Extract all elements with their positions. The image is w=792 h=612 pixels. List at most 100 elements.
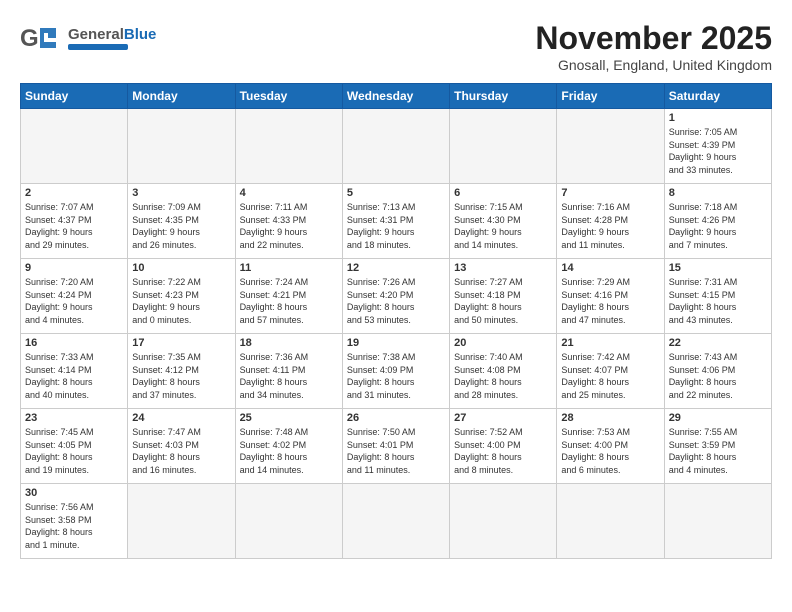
calendar-cell bbox=[450, 484, 557, 559]
location: Gnosall, England, United Kingdom bbox=[535, 57, 772, 73]
day-number: 10 bbox=[132, 262, 230, 274]
calendar-cell: 15Sunrise: 7:31 AM Sunset: 4:15 PM Dayli… bbox=[664, 259, 771, 334]
calendar-cell: 28 Sunrise: 7:53 AM Sunset: 4:00 PM Dayli… bbox=[557, 409, 664, 484]
day-info: Sunrise: 7:22 AM Sunset: 4:23 PM Dayligh… bbox=[132, 276, 230, 326]
day-info: Sunrise: 7:36 AM Sunset: 4:11 PM Dayligh… bbox=[240, 351, 338, 401]
day-number: 20 bbox=[454, 337, 552, 349]
day-info: Sunrise: 7:33 AM Sunset: 4:14 PM Dayligh… bbox=[25, 351, 123, 401]
calendar-cell: 2 Sunrise: 7:07 AM Sunset: 4:37 PM Daylig… bbox=[21, 184, 128, 259]
day-info: Sunrise: 7:29 AM Sunset: 4:16 PM Dayligh… bbox=[561, 276, 659, 326]
day-number: 11 bbox=[240, 262, 338, 274]
day-info: Sunrise: 7:05 AM Sunset: 4:39 PM Dayligh… bbox=[669, 126, 767, 176]
calendar-cell: 7Sunrise: 7:16 AM Sunset: 4:28 PM Daylig… bbox=[557, 184, 664, 259]
day-number: 12 bbox=[347, 262, 445, 274]
calendar-cell bbox=[342, 484, 449, 559]
day-number: 28 bbox=[561, 412, 659, 424]
day-number: 27 bbox=[454, 412, 552, 424]
day-number: 29 bbox=[669, 412, 767, 424]
calendar-cell: 12Sunrise: 7:26 AM Sunset: 4:20 PM Dayli… bbox=[342, 259, 449, 334]
day-header-saturday: Saturday bbox=[664, 84, 771, 109]
calendar-cell: 3Sunrise: 7:09 AM Sunset: 4:35 PM Daylig… bbox=[128, 184, 235, 259]
day-number: 13 bbox=[454, 262, 552, 274]
title-block: November 2025 Gnosall, England, United K… bbox=[535, 20, 772, 73]
day-info: Sunrise: 7:42 AM Sunset: 4:07 PM Dayligh… bbox=[561, 351, 659, 401]
logo-bar bbox=[68, 44, 128, 50]
calendar-cell: 11 Sunrise: 7:24 AM Sunset: 4:21 PM Dayli… bbox=[235, 259, 342, 334]
day-header-tuesday: Tuesday bbox=[235, 84, 342, 109]
day-number: 19 bbox=[347, 337, 445, 349]
day-header-wednesday: Wednesday bbox=[342, 84, 449, 109]
day-number: 1 bbox=[669, 112, 767, 124]
calendar-cell: 16Sunrise: 7:33 AM Sunset: 4:14 PM Dayli… bbox=[21, 334, 128, 409]
day-info: Sunrise: 7:56 AM Sunset: 3:58 PM Dayligh… bbox=[25, 501, 123, 551]
day-info: Sunrise: 7:27 AM Sunset: 4:18 PM Dayligh… bbox=[454, 276, 552, 326]
calendar-cell: 13 Sunrise: 7:27 AM Sunset: 4:18 PM Dayli… bbox=[450, 259, 557, 334]
day-header-thursday: Thursday bbox=[450, 84, 557, 109]
day-info: Sunrise: 7:45 AM Sunset: 4:05 PM Dayligh… bbox=[25, 426, 123, 476]
day-header-friday: Friday bbox=[557, 84, 664, 109]
day-info: Sunrise: 7:53 AM Sunset: 4:00 PM Dayligh… bbox=[561, 426, 659, 476]
day-info: Sunrise: 7:50 AM Sunset: 4:01 PM Dayligh… bbox=[347, 426, 445, 476]
day-info: Sunrise: 7:18 AM Sunset: 4:26 PM Dayligh… bbox=[669, 201, 767, 251]
day-number: 5 bbox=[347, 187, 445, 199]
week-row-4: 16Sunrise: 7:33 AM Sunset: 4:14 PM Dayli… bbox=[21, 334, 772, 409]
day-info: Sunrise: 7:38 AM Sunset: 4:09 PM Dayligh… bbox=[347, 351, 445, 401]
day-header-monday: Monday bbox=[128, 84, 235, 109]
calendar-cell: 22 Sunrise: 7:43 AM Sunset: 4:06 PM Dayli… bbox=[664, 334, 771, 409]
calendar-cell bbox=[664, 484, 771, 559]
day-header-sunday: Sunday bbox=[21, 84, 128, 109]
day-info: Sunrise: 7:35 AM Sunset: 4:12 PM Dayligh… bbox=[132, 351, 230, 401]
calendar-cell: 24 Sunrise: 7:47 AM Sunset: 4:03 PM Dayli… bbox=[128, 409, 235, 484]
calendar-cell: 14 Sunrise: 7:29 AM Sunset: 4:16 PM Dayli… bbox=[557, 259, 664, 334]
week-row-5: 23 Sunrise: 7:45 AM Sunset: 4:05 PM Dayli… bbox=[21, 409, 772, 484]
day-number: 2 bbox=[25, 187, 123, 199]
day-info: Sunrise: 7:11 AM Sunset: 4:33 PM Dayligh… bbox=[240, 201, 338, 251]
week-row-2: 2 Sunrise: 7:07 AM Sunset: 4:37 PM Daylig… bbox=[21, 184, 772, 259]
day-info: Sunrise: 7:43 AM Sunset: 4:06 PM Dayligh… bbox=[669, 351, 767, 401]
page-header: G GeneralBlue November 2025 Gnosall, Eng… bbox=[20, 20, 772, 73]
day-info: Sunrise: 7:31 AM Sunset: 4:15 PM Dayligh… bbox=[669, 276, 767, 326]
calendar-cell: 10 Sunrise: 7:22 AM Sunset: 4:23 PM Dayli… bbox=[128, 259, 235, 334]
calendar-cell: 21Sunrise: 7:42 AM Sunset: 4:07 PM Dayli… bbox=[557, 334, 664, 409]
day-number: 26 bbox=[347, 412, 445, 424]
calendar-cell bbox=[128, 109, 235, 184]
logo-general: General bbox=[68, 26, 124, 43]
day-number: 22 bbox=[669, 337, 767, 349]
calendar-table: SundayMondayTuesdayWednesdayThursdayFrid… bbox=[20, 83, 772, 559]
calendar-cell: 5Sunrise: 7:13 AM Sunset: 4:31 PM Daylig… bbox=[342, 184, 449, 259]
calendar-cell: 26 Sunrise: 7:50 AM Sunset: 4:01 PM Dayli… bbox=[342, 409, 449, 484]
calendar-cell: 18 Sunrise: 7:36 AM Sunset: 4:11 PM Dayli… bbox=[235, 334, 342, 409]
logo-icon: G bbox=[20, 20, 64, 56]
logo-blue: Blue bbox=[124, 26, 157, 43]
day-number: 23 bbox=[25, 412, 123, 424]
calendar-cell bbox=[128, 484, 235, 559]
calendar-cell: 8Sunrise: 7:18 AM Sunset: 4:26 PM Daylig… bbox=[664, 184, 771, 259]
day-number: 9 bbox=[25, 262, 123, 274]
day-info: Sunrise: 7:48 AM Sunset: 4:02 PM Dayligh… bbox=[240, 426, 338, 476]
month-title: November 2025 bbox=[535, 20, 772, 57]
calendar-cell bbox=[557, 484, 664, 559]
week-row-6: 30Sunrise: 7:56 AM Sunset: 3:58 PM Dayli… bbox=[21, 484, 772, 559]
day-info: Sunrise: 7:47 AM Sunset: 4:03 PM Dayligh… bbox=[132, 426, 230, 476]
calendar-cell: 30Sunrise: 7:56 AM Sunset: 3:58 PM Dayli… bbox=[21, 484, 128, 559]
day-number: 24 bbox=[132, 412, 230, 424]
calendar-cell: 19 Sunrise: 7:38 AM Sunset: 4:09 PM Dayli… bbox=[342, 334, 449, 409]
calendar-cell: 27Sunrise: 7:52 AM Sunset: 4:00 PM Dayli… bbox=[450, 409, 557, 484]
day-info: Sunrise: 7:09 AM Sunset: 4:35 PM Dayligh… bbox=[132, 201, 230, 251]
day-info: Sunrise: 7:24 AM Sunset: 4:21 PM Dayligh… bbox=[240, 276, 338, 326]
day-info: Sunrise: 7:07 AM Sunset: 4:37 PM Dayligh… bbox=[25, 201, 123, 251]
calendar-cell: 9Sunrise: 7:20 AM Sunset: 4:24 PM Daylig… bbox=[21, 259, 128, 334]
day-number: 18 bbox=[240, 337, 338, 349]
week-row-1: 1 Sunrise: 7:05 AM Sunset: 4:39 PM Daylig… bbox=[21, 109, 772, 184]
calendar-cell: 6Sunrise: 7:15 AM Sunset: 4:30 PM Daylig… bbox=[450, 184, 557, 259]
week-row-3: 9Sunrise: 7:20 AM Sunset: 4:24 PM Daylig… bbox=[21, 259, 772, 334]
calendar-cell: 23 Sunrise: 7:45 AM Sunset: 4:05 PM Dayli… bbox=[21, 409, 128, 484]
day-info: Sunrise: 7:55 AM Sunset: 3:59 PM Dayligh… bbox=[669, 426, 767, 476]
calendar-header-row: SundayMondayTuesdayWednesdayThursdayFrid… bbox=[21, 84, 772, 109]
calendar-cell bbox=[557, 109, 664, 184]
calendar-cell bbox=[21, 109, 128, 184]
calendar-cell: 20Sunrise: 7:40 AM Sunset: 4:08 PM Dayli… bbox=[450, 334, 557, 409]
day-number: 14 bbox=[561, 262, 659, 274]
calendar-cell: 29 Sunrise: 7:55 AM Sunset: 3:59 PM Dayli… bbox=[664, 409, 771, 484]
calendar-cell: 4Sunrise: 7:11 AM Sunset: 4:33 PM Daylig… bbox=[235, 184, 342, 259]
